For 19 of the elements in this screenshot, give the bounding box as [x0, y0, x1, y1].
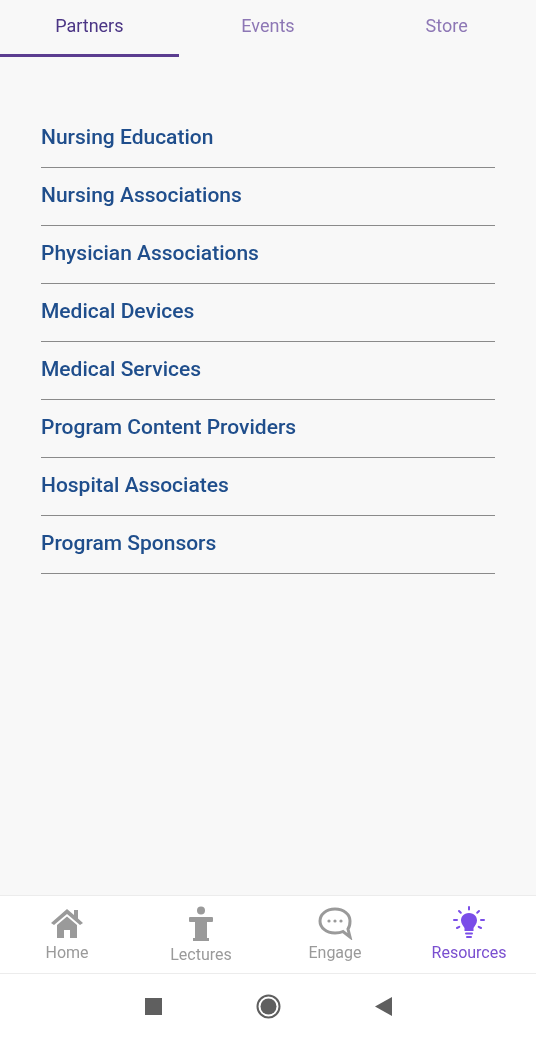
back-icon[interactable] — [374, 996, 392, 1016]
category-link[interactable]: Nursing Education — [41, 110, 495, 168]
home-icon — [49, 906, 85, 940]
lightbulb-icon — [452, 906, 486, 940]
category-link[interactable]: Physician Associations — [41, 226, 495, 284]
recent-apps-icon[interactable] — [144, 997, 162, 1015]
category-link[interactable]: Medical Services — [41, 342, 495, 400]
tab[interactable]: Store — [357, 0, 536, 57]
chat-bubble-icon — [317, 906, 353, 940]
tab[interactable]: Events — [178, 0, 358, 57]
category-link[interactable]: Medical Devices — [41, 284, 495, 342]
category-link[interactable]: Program Content Providers — [41, 400, 495, 458]
podium-icon — [188, 906, 214, 942]
category-link[interactable]: Program Sponsors — [41, 516, 495, 574]
nav-tab[interactable]: Resources — [402, 896, 536, 973]
category-link[interactable]: Hospital Associates — [41, 458, 495, 516]
category-link[interactable]: Nursing Associations — [41, 168, 495, 226]
home-button-icon[interactable] — [255, 993, 281, 1019]
tab[interactable]: Partners — [0, 0, 179, 57]
